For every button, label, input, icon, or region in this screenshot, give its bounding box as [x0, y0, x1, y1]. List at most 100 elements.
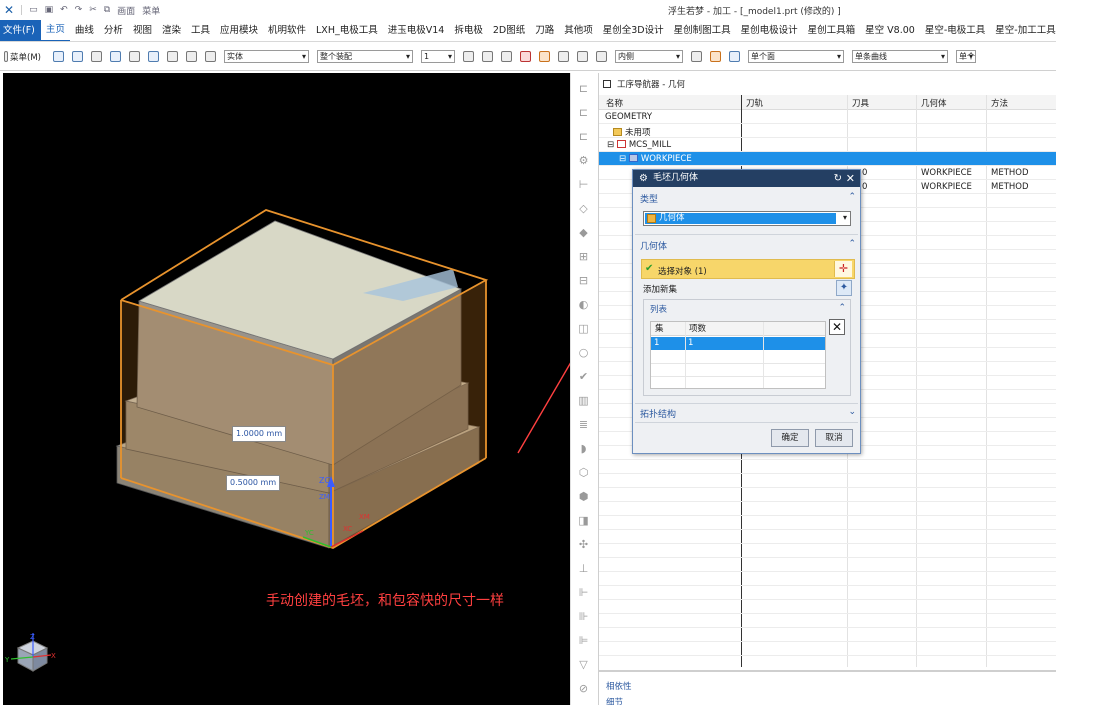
column-toolpath[interactable]: 刀轨	[746, 97, 763, 109]
resource-tab-8-icon[interactable]: ⊞	[576, 249, 591, 264]
resource-tab-23-icon[interactable]: ⊪	[576, 609, 591, 624]
tab-tools[interactable]: 工具	[186, 20, 215, 41]
resource-tab-11-icon[interactable]: ◫	[576, 321, 591, 336]
select-all-icon[interactable]	[462, 51, 474, 62]
resource-tab-20-icon[interactable]: ✣	[576, 537, 591, 552]
chevron-up-icon[interactable]: ⌃	[848, 239, 856, 249]
orient-view-icon[interactable]	[109, 51, 121, 62]
tab-other[interactable]: 其他项	[559, 20, 598, 41]
resource-tab-18-icon[interactable]: ⬢	[576, 489, 591, 504]
tab-jiming[interactable]: 机明软件	[263, 20, 311, 41]
fit-view-icon[interactable]	[52, 51, 64, 62]
resource-tab-10-icon[interactable]: ◐	[576, 297, 591, 312]
type-select[interactable]: 几何体 ▾	[643, 211, 851, 226]
resource-tab-24-icon[interactable]: ⊫	[576, 633, 591, 648]
dependencies-panel[interactable]: 相依性	[606, 680, 632, 692]
deselect-icon[interactable]	[481, 51, 493, 62]
face-rule-dropdown[interactable]: 单个面	[747, 50, 844, 63]
add-set-icon[interactable]: ✦	[836, 280, 852, 296]
tab-lxh-electrode[interactable]: LXH_电极工具	[311, 20, 383, 41]
curve-rule-dropdown[interactable]: 单条曲线	[851, 50, 948, 63]
table-row[interactable]: GEOMETRY	[599, 110, 1056, 124]
tab-xc-toolbox[interactable]: 星创工具箱	[803, 20, 861, 41]
select-object-field[interactable]: ✔ 选择对象 (1) ✛	[641, 259, 855, 279]
inner-side-dropdown[interactable]: 内侧	[614, 50, 683, 63]
resource-tab-2-icon[interactable]: ⊏	[576, 105, 591, 120]
resource-tab-17-icon[interactable]: ⬡	[576, 465, 591, 480]
tab-xk-electrode[interactable]: 星空-电极工具	[920, 20, 990, 41]
midpoint-icon[interactable]	[557, 51, 569, 62]
layer-dropdown[interactable]: 1	[420, 50, 455, 63]
resource-tab-3-icon[interactable]: ⊏	[576, 129, 591, 144]
resource-tab-6-icon[interactable]: ◇	[576, 201, 591, 216]
topology-section-header[interactable]: 拓扑结构	[640, 407, 676, 420]
visibility-icon[interactable]	[690, 51, 702, 62]
shaded-icon[interactable]	[147, 51, 159, 62]
cut-icon[interactable]: ✂	[89, 5, 97, 15]
dialog-title-bar[interactable]: ⚙ 毛坯几何体 ↻ ✕	[633, 170, 860, 187]
tab-xc-drawing[interactable]: 星创制图工具	[669, 20, 736, 41]
column-geometry[interactable]: 几何体	[921, 97, 947, 109]
resource-tab-14-icon[interactable]: ▥	[576, 393, 591, 408]
point-snap-icon[interactable]	[519, 51, 531, 62]
box-select-icon[interactable]	[595, 51, 607, 62]
resource-tab-26-icon[interactable]: ⊘	[576, 681, 591, 696]
endpoint-icon[interactable]	[538, 51, 550, 62]
new-icon[interactable]: ▭	[29, 5, 38, 15]
redo-icon[interactable]: ↷	[75, 5, 83, 15]
tab-render[interactable]: 渲染	[157, 20, 186, 41]
tab-curve[interactable]: 曲线	[70, 20, 99, 41]
close-icon[interactable]: ✕	[846, 170, 855, 187]
column-tool[interactable]: 刀具	[852, 97, 869, 109]
snap-icon[interactable]	[185, 51, 197, 62]
table-row[interactable]: ⊟ MCS_MILL	[599, 138, 1056, 152]
tab-split-electrode[interactable]: 拆电极	[449, 20, 488, 41]
tab-jinyu-electrode[interactable]: 进玉电极V14	[383, 20, 450, 41]
copy-icon[interactable]: ⧉	[104, 5, 110, 15]
window-menu[interactable]: 画面	[117, 4, 135, 17]
tab-home[interactable]: 主页	[40, 20, 70, 41]
resource-tab-9-icon[interactable]: ⊟	[576, 273, 591, 288]
resource-tab-15-icon[interactable]: ≣	[576, 417, 591, 432]
tab-view[interactable]: 视图	[128, 20, 157, 41]
resource-tab-19-icon[interactable]: ◨	[576, 513, 591, 528]
resource-tab-22-icon[interactable]: ⊩	[576, 585, 591, 600]
dimension-top-offset[interactable]: 1.0000 mm	[232, 426, 287, 442]
undo-icon[interactable]: ↶	[60, 5, 68, 15]
pin-checkbox-icon[interactable]	[603, 80, 611, 88]
assembly-scope-dropdown[interactable]: 整个装配	[316, 50, 413, 63]
resource-tab-25-icon[interactable]: ▽	[576, 657, 591, 672]
ok-button[interactable]: 确定	[771, 429, 809, 447]
body-select-icon[interactable]	[709, 51, 721, 62]
menu-dropdown[interactable]: 菜单	[142, 4, 160, 17]
resource-tab-1-icon[interactable]: ⊏	[576, 81, 591, 96]
pointer-icon[interactable]	[204, 51, 216, 62]
file-menu[interactable]: 文件(F)	[0, 20, 41, 41]
table-row[interactable]: 未用项	[599, 124, 1056, 138]
dimension-bottom-offset[interactable]: 0.5000 mm	[226, 475, 281, 491]
cancel-button[interactable]: 取消	[815, 429, 853, 447]
gear-icon[interactable]: ⚙	[639, 170, 648, 187]
list-section-header[interactable]: 列表	[650, 303, 667, 315]
resource-tab-12-icon[interactable]: ○	[576, 345, 591, 360]
save-icon[interactable]: ▣	[45, 5, 54, 15]
resource-tab-5-icon[interactable]: ⊢	[576, 177, 591, 192]
tab-xk-v8[interactable]: 星空 V8.00	[860, 20, 920, 41]
tab-toolpath[interactable]: 刀路	[530, 20, 559, 41]
resource-tab-7-icon[interactable]: ◆	[576, 225, 591, 240]
details-panel[interactable]: 细节	[606, 696, 623, 705]
chevron-down-icon[interactable]: ▾	[843, 213, 847, 222]
type-section-header[interactable]: 类型	[640, 192, 658, 205]
type-filter-dropdown[interactable]: 实体	[223, 50, 309, 63]
render-style-icon[interactable]	[128, 51, 140, 62]
resource-tab-13-icon[interactable]: ✔	[576, 369, 591, 384]
center-icon[interactable]	[576, 51, 588, 62]
section-icon[interactable]	[166, 51, 178, 62]
zoom-icon[interactable]	[71, 51, 83, 62]
graphics-window[interactable]: ZC YC XC XM ZM Z Y X 1.0000 mm 0.5000 mm…	[3, 73, 593, 705]
face-select-icon[interactable]	[728, 51, 740, 62]
tab-xc-3d-design[interactable]: 星创全3D设计	[598, 20, 669, 41]
table-row[interactable]: ⊟ WORKPIECE	[599, 152, 1056, 166]
tab-xk-machining[interactable]: 星空-加工工具	[990, 20, 1056, 41]
column-name[interactable]: 名称	[606, 97, 623, 109]
